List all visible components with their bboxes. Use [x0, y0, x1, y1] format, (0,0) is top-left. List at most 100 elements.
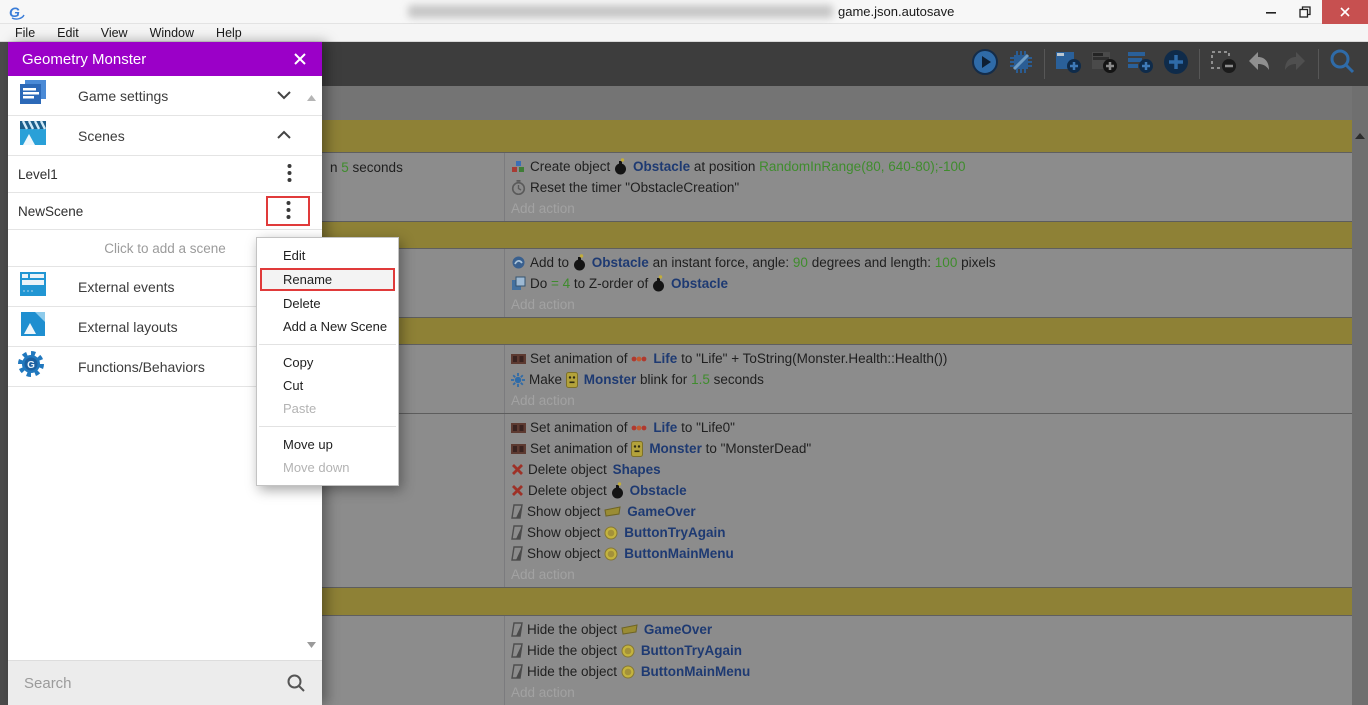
object-name: ButtonTryAgain: [639, 643, 742, 658]
expression-value: = 4: [551, 276, 570, 291]
debug-button[interactable]: [1003, 46, 1039, 82]
action-text: Hide the object: [527, 643, 621, 658]
add-comment-button[interactable]: [1122, 46, 1158, 82]
action-line[interactable]: Reset the timer "ObstacleCreation": [511, 177, 1352, 198]
gdevelop-logo-icon: G: [8, 3, 26, 21]
game-settings-icon-wrap: [16, 81, 50, 111]
visibility-icon: [511, 664, 523, 679]
add-circle-button[interactable]: [1158, 46, 1194, 82]
close-panel-icon[interactable]: [292, 51, 308, 67]
context-menu-edit[interactable]: Edit: [257, 244, 398, 267]
action-text: Create object: [530, 159, 614, 174]
chevron-up-button[interactable]: [276, 127, 292, 145]
search-button[interactable]: [1324, 46, 1360, 82]
context-menu-delete[interactable]: Delete: [257, 292, 398, 315]
restore-button[interactable]: [1288, 0, 1322, 24]
chevron-down-button[interactable]: [276, 87, 292, 105]
menu-help[interactable]: Help: [205, 24, 253, 41]
action-line[interactable]: Create object Obstacle at position Rando…: [511, 156, 1352, 177]
scene-menu-button[interactable]: [282, 163, 296, 186]
menu-file[interactable]: File: [4, 24, 46, 41]
external-events-icon: [16, 269, 50, 304]
redo-button[interactable]: [1277, 46, 1313, 82]
action-line[interactable]: Delete object Shapes: [511, 459, 1352, 480]
search-placeholder: Search: [24, 675, 72, 692]
remove-event-button[interactable]: [1205, 46, 1241, 82]
action-line[interactable]: Set animation of Life to "Life0": [511, 417, 1352, 438]
action-line[interactable]: Make Monster blink for 1.5 seconds: [511, 369, 1352, 390]
window-edge: [0, 42, 8, 705]
minimize-button[interactable]: [1254, 0, 1288, 24]
search-icon: [1329, 48, 1356, 80]
sidebar-scroll-up-icon[interactable]: [307, 88, 316, 106]
menu-window[interactable]: Window: [139, 24, 205, 41]
add-subevent-button[interactable]: [1086, 46, 1122, 82]
add-action-button[interactable]: Add action: [511, 294, 1352, 315]
menu-separator: [259, 426, 396, 427]
action-line[interactable]: Show object GameOver: [511, 501, 1352, 522]
scroll-up-icon[interactable]: [1355, 126, 1365, 144]
scene-context-menu: EditRenameDeleteAdd a New Scene CopyCutPa…: [256, 237, 399, 486]
scene-menu-button[interactable]: [281, 200, 295, 223]
action-line[interactable]: Add to Obstacle an instant force, angle:…: [511, 252, 1352, 273]
action-line[interactable]: Show object ButtonMainMenu: [511, 543, 1352, 564]
action-text: seconds: [349, 160, 403, 175]
menu-edit[interactable]: Edit: [46, 24, 90, 41]
blink-icon: [511, 373, 525, 387]
search-input[interactable]: Search: [8, 660, 322, 705]
context-menu-cut[interactable]: Cut: [257, 374, 398, 397]
action-text: Add to: [530, 255, 573, 270]
add-circle-icon: [1163, 49, 1189, 80]
context-menu-move-up[interactable]: Move up: [257, 433, 398, 456]
create-object-icon: [511, 160, 526, 174]
menu-separator: [259, 344, 396, 345]
action-text: Hide the object: [527, 622, 621, 637]
add-action-button[interactable]: Add action: [511, 682, 1352, 703]
context-menu-add-a-new-scene[interactable]: Add a New Scene: [257, 315, 398, 338]
kebab-icon: [287, 163, 292, 186]
menu-view[interactable]: View: [90, 24, 139, 41]
scene-item-newscene[interactable]: NewScene: [8, 193, 322, 230]
action-line[interactable]: Hide the object ButtonTryAgain: [511, 640, 1352, 661]
action-line[interactable]: Set animation of Life to "Life" + ToStri…: [511, 348, 1352, 369]
sidebar-item-label: Game settings: [78, 88, 168, 104]
close-window-button[interactable]: [1322, 0, 1368, 24]
object-name: Monster: [582, 372, 637, 387]
events-scrollbar[interactable]: [1352, 86, 1368, 705]
action-text: pixels: [957, 255, 995, 270]
svg-text:G: G: [27, 360, 35, 371]
sidebar-item-game-settings[interactable]: Game settings: [8, 76, 322, 116]
context-menu-move-down[interactable]: Move down: [257, 456, 398, 479]
scene-item-level1[interactable]: Level1: [8, 156, 322, 193]
remove-event-icon: [1210, 49, 1237, 80]
play-button[interactable]: [967, 46, 1003, 82]
search-icon: [286, 673, 306, 693]
sidebar-scroll-down-icon[interactable]: [307, 635, 316, 653]
add-action-button[interactable]: Add action: [511, 198, 1352, 219]
delete-icon: [511, 463, 524, 476]
button-icon: [604, 526, 618, 540]
action-line[interactable]: Do = 4 to Z-order of Obstacle: [511, 273, 1352, 294]
chevron-up-icon: [276, 127, 292, 145]
banner-icon: [621, 624, 638, 635]
add-action-button[interactable]: Add action: [511, 390, 1352, 411]
context-menu-paste[interactable]: Paste: [257, 397, 398, 420]
event-actions: Add to Obstacle an instant force, angle:…: [506, 252, 1352, 315]
undo-icon: [1246, 49, 1272, 80]
context-menu-copy[interactable]: Copy: [257, 351, 398, 374]
condition-line[interactable]: n 5 seconds: [330, 157, 504, 178]
scene-label: NewScene: [18, 204, 83, 219]
add-action-button[interactable]: Add action: [511, 564, 1352, 585]
action-line[interactable]: Delete object Obstacle: [511, 480, 1352, 501]
sidebar-item-scenes[interactable]: Scenes: [8, 116, 322, 156]
action-line[interactable]: Show object ButtonTryAgain: [511, 522, 1352, 543]
action-text: Set animation of: [530, 441, 631, 456]
context-menu-rename[interactable]: Rename: [260, 268, 395, 291]
action-line[interactable]: Hide the object GameOver: [511, 619, 1352, 640]
debug-icon: [1008, 49, 1034, 80]
action-line[interactable]: Set animation of Monster to "MonsterDead…: [511, 438, 1352, 459]
life-icon: [631, 354, 647, 364]
add-event-button[interactable]: [1050, 46, 1086, 82]
undo-button[interactable]: [1241, 46, 1277, 82]
action-line[interactable]: Hide the object ButtonMainMenu: [511, 661, 1352, 682]
